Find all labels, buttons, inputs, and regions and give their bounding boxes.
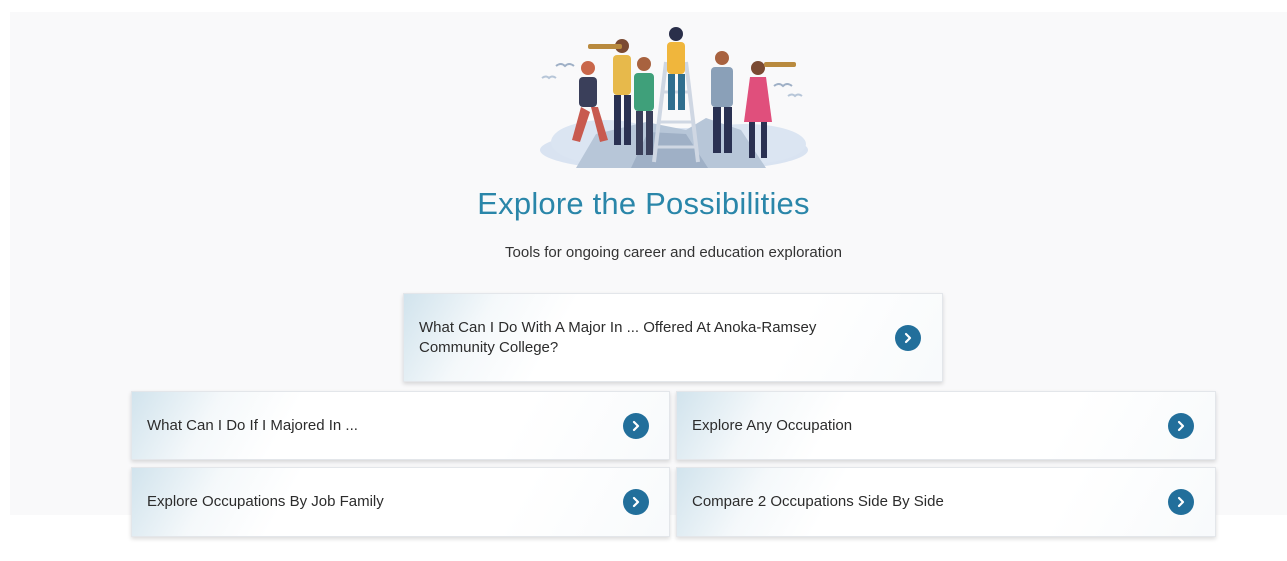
chevron-right-circle-icon[interactable] [1168,412,1194,439]
job-family-card[interactable]: Explore Occupations By Job Family [131,467,670,537]
majored-in-label: What Can I Do If I Majored In ... [147,416,358,434]
any-occupation-label: Explore Any Occupation [692,416,853,434]
compare-occupations-label: Compare 2 Occupations Side By Side [692,493,944,510]
page-title: Explore the Possibilities [477,186,810,221]
chevron-right-circle-icon[interactable] [623,489,649,515]
major-offered-card[interactable]: What Can I Do With A Major In ... Offere… [403,293,943,382]
chevron-right-circle-icon[interactable] [623,412,649,439]
page-subtitle: Tools for ongoing career and education e… [505,244,842,261]
chevron-right-circle-icon[interactable] [1168,489,1194,515]
majored-in-card[interactable]: What Can I Do If I Majored In ... [131,391,670,460]
any-occupation-card[interactable]: Explore Any Occupation [676,391,1216,460]
explorers-illustration [540,27,808,168]
compare-occupations-card[interactable]: Compare 2 Occupations Side By Side [676,467,1216,537]
major-offered-label: What Can I Do With A Major In ... Offere… [419,318,817,356]
job-family-label: Explore Occupations By Job Family [147,493,384,510]
chevron-right-circle-icon[interactable] [895,324,921,351]
